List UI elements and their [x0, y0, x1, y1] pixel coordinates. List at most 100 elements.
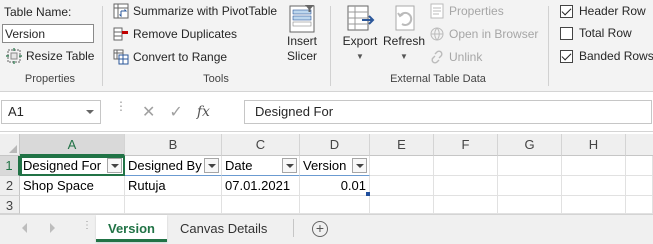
- grid-cell[interactable]: [300, 196, 370, 214]
- header-version: Version: [303, 158, 347, 173]
- table-data-cell[interactable]: 07.01.2021: [222, 176, 300, 196]
- grid-cell[interactable]: [498, 156, 562, 176]
- summarize-pivot-button[interactable]: Summarize with PivotTable: [113, 3, 277, 19]
- table-data-cell[interactable]: Shop Space: [20, 176, 125, 196]
- filter-dropdown-icon[interactable]: [282, 158, 297, 173]
- column-header-i[interactable]: [626, 134, 653, 156]
- header-row-checkbox-box[interactable]: [560, 4, 573, 18]
- refresh-dropdown-icon: ▼: [400, 52, 408, 61]
- grid-cell[interactable]: [562, 176, 626, 196]
- grid-cell[interactable]: [562, 196, 626, 214]
- table-data-cell[interactable]: 0.01: [300, 176, 370, 196]
- worksheet-grid: A B C D E F G H 1 2 3 Designed For Desig…: [0, 134, 653, 214]
- tab-bar-grip-icon[interactable]: ⋮: [82, 221, 92, 231]
- row-header-3[interactable]: 3: [0, 196, 20, 214]
- column-header-h[interactable]: H: [562, 134, 626, 156]
- cancel-icon[interactable]: ✕: [142, 102, 155, 122]
- open-in-browser-button[interactable]: Open in Browser: [429, 26, 538, 42]
- column-header-d[interactable]: D: [300, 134, 370, 156]
- name-box-dropdown-icon[interactable]: [86, 110, 94, 114]
- export-dropdown-icon: ▼: [356, 52, 364, 61]
- grid-cell[interactable]: [222, 196, 300, 214]
- grid-cell[interactable]: [498, 176, 562, 196]
- grid-cell[interactable]: [498, 196, 562, 214]
- banded-rows-label: Banded Rows: [579, 49, 653, 63]
- unlink-button[interactable]: Unlink: [429, 49, 482, 65]
- export-label: Export: [342, 34, 378, 48]
- banded-rows-checkbox-box[interactable]: [560, 49, 573, 63]
- resize-table-button[interactable]: Resize Table: [6, 48, 94, 64]
- scroll-tabs-right-icon[interactable]: [50, 223, 55, 233]
- grid-cell[interactable]: [20, 196, 125, 214]
- total-row-checkbox[interactable]: Total Row: [560, 26, 632, 40]
- scroll-tabs-left-icon[interactable]: [22, 223, 27, 233]
- formula-bar-grip-icon[interactable]: ⋮: [115, 100, 127, 112]
- convert-to-range-icon: [113, 49, 129, 65]
- filter-dropdown-icon[interactable]: [107, 158, 122, 173]
- resize-table-icon: [6, 48, 22, 64]
- grid-cell[interactable]: [562, 156, 626, 176]
- tools-group-label: Tools: [203, 73, 229, 85]
- table-header-cell[interactable]: Designed By: [125, 156, 222, 176]
- grid-cell[interactable]: [434, 196, 498, 214]
- properties-group-label: Properties: [24, 73, 76, 85]
- properties-button[interactable]: Properties: [429, 3, 504, 19]
- grid-cell[interactable]: [626, 176, 653, 196]
- grid-cell[interactable]: [370, 176, 434, 196]
- tab-divider: [293, 219, 294, 237]
- column-header-b[interactable]: B: [125, 134, 222, 156]
- enter-icon[interactable]: ✓: [169, 102, 182, 122]
- row-header-2[interactable]: 2: [0, 176, 20, 196]
- table-name-input[interactable]: [2, 24, 94, 43]
- column-header-c[interactable]: C: [222, 134, 300, 156]
- grid-cell[interactable]: [434, 176, 498, 196]
- convert-to-range-label: Convert to Range: [133, 50, 228, 64]
- total-row-label: Total Row: [579, 26, 632, 40]
- grid-cell[interactable]: [370, 156, 434, 176]
- filter-dropdown-icon[interactable]: [352, 158, 367, 173]
- table-header-cell[interactable]: Designed For: [20, 156, 125, 176]
- grid-cell[interactable]: [125, 196, 222, 214]
- grid-cell[interactable]: [434, 156, 498, 176]
- filter-dropdown-icon[interactable]: [204, 158, 219, 173]
- formula-input[interactable]: Designed For: [244, 100, 652, 124]
- grid-cell[interactable]: [626, 156, 653, 176]
- insert-function-icon[interactable]: fx: [197, 104, 210, 120]
- export-button[interactable]: Export ▼: [340, 4, 380, 64]
- table-header-cell[interactable]: Version: [300, 156, 370, 176]
- column-header-f[interactable]: F: [434, 134, 498, 156]
- column-header-a[interactable]: A: [20, 134, 125, 156]
- refresh-button[interactable]: Refresh ▼: [382, 4, 426, 64]
- grid-cell[interactable]: [370, 196, 434, 214]
- tab-canvas-details[interactable]: Canvas Details: [168, 215, 279, 242]
- properties-icon: [429, 3, 445, 19]
- table-header-cell[interactable]: Date: [222, 156, 300, 176]
- external-table-data-group-label: External Table Data: [390, 73, 486, 85]
- column-header-e[interactable]: E: [370, 134, 434, 156]
- row-header-1[interactable]: 1: [0, 156, 20, 176]
- insert-slicer-label-line2: Slicer: [286, 49, 317, 63]
- formula-bar: A1 ⋮ ✕ ✓ fx Designed For: [0, 92, 653, 132]
- banded-rows-checkbox[interactable]: Banded Rows: [560, 49, 653, 63]
- convert-to-range-button[interactable]: Convert to Range: [113, 49, 227, 65]
- header-row-label: Header Row: [579, 4, 646, 18]
- header-row-checkbox[interactable]: Header Row: [560, 4, 646, 18]
- select-all-button[interactable]: [0, 134, 20, 156]
- table-data-cell[interactable]: Rutuja: [125, 176, 222, 196]
- add-sheet-button[interactable]: +: [312, 221, 328, 237]
- properties-label: Properties: [449, 4, 504, 18]
- remove-duplicates-button[interactable]: Remove Duplicates: [113, 26, 237, 42]
- tab-version[interactable]: Version: [96, 215, 167, 242]
- name-box-value: A1: [8, 104, 24, 119]
- grid-cell[interactable]: [626, 196, 653, 214]
- insert-slicer-button[interactable]: Insert Slicer: [284, 4, 320, 64]
- remove-duplicates-icon: [113, 26, 129, 42]
- header-designed-by: Designed By: [128, 158, 202, 173]
- open-in-browser-label: Open in Browser: [449, 27, 539, 41]
- total-row-checkbox-box[interactable]: [560, 26, 573, 40]
- sheet-tab-bar: ⋮ Version Canvas Details +: [0, 214, 653, 244]
- column-header-g[interactable]: G: [498, 134, 562, 156]
- summarize-pivot-label: Summarize with PivotTable: [133, 4, 278, 18]
- group-separator: [330, 6, 331, 86]
- name-box[interactable]: A1: [1, 100, 101, 124]
